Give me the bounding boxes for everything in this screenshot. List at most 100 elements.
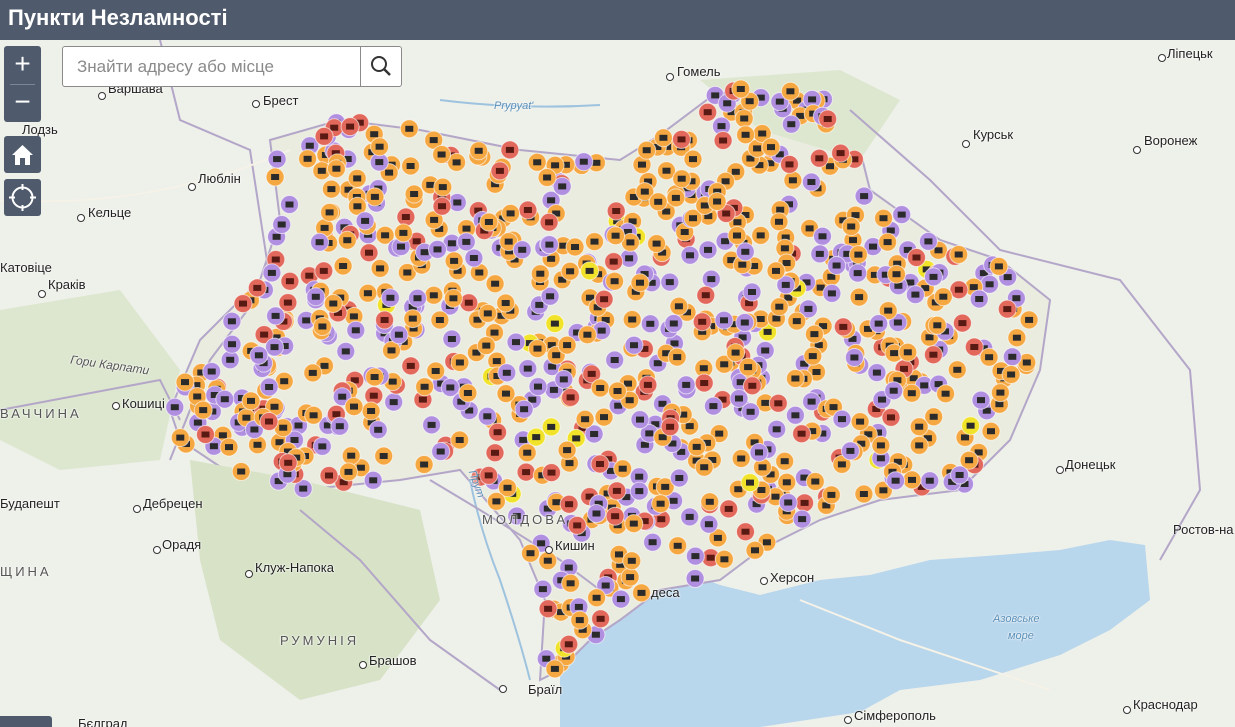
city-dot — [112, 402, 120, 410]
fire-extinguisher-icon — [929, 351, 938, 358]
fire-extinguisher-icon — [239, 300, 247, 307]
museum-building-icon — [826, 163, 834, 170]
museum-building-icon — [776, 206, 785, 213]
museum-building-icon — [267, 269, 276, 276]
museum-building-icon — [771, 493, 780, 500]
museum-building-icon — [484, 219, 493, 225]
museum-building-icon — [656, 500, 665, 507]
museum-building-icon — [350, 403, 358, 410]
museum-building-icon — [915, 442, 924, 449]
museum-building-icon — [659, 134, 668, 141]
museum-building-icon — [469, 255, 478, 261]
fire-extinguisher-icon — [464, 299, 473, 306]
museum-building-icon — [370, 193, 379, 200]
museum-building-icon — [523, 365, 532, 372]
museum-building-icon — [491, 280, 500, 287]
museum-building-icon — [827, 491, 836, 498]
label-lodz: Лодзь — [22, 122, 58, 137]
museum-building-icon — [886, 227, 895, 234]
museum-building-icon — [884, 307, 893, 314]
museum-building-icon — [741, 248, 750, 255]
museum-building-icon — [677, 175, 686, 182]
city-dot — [545, 546, 553, 554]
museum-building-icon — [405, 125, 414, 132]
museum-building-icon — [463, 390, 472, 396]
museum-building-icon — [375, 159, 384, 166]
museum-building-icon — [552, 499, 561, 506]
city-dot — [188, 183, 196, 191]
search-input[interactable] — [63, 47, 361, 86]
museum-building-icon — [856, 418, 865, 425]
museum-building-icon — [741, 131, 750, 138]
museum-building-icon — [903, 349, 912, 356]
zoom-in-button[interactable]: + — [4, 46, 41, 84]
museum-building-icon — [343, 237, 352, 244]
museum-building-icon — [367, 408, 376, 414]
museum-building-icon — [592, 594, 601, 601]
museum-building-icon — [552, 352, 561, 359]
museum-building-icon — [691, 575, 700, 582]
museum-building-icon — [832, 262, 841, 269]
museum-building-icon — [492, 358, 501, 365]
museum-building-icon — [403, 269, 412, 276]
museum-building-icon — [526, 550, 535, 557]
museum-building-icon — [686, 252, 694, 259]
museum-building-icon — [290, 437, 299, 443]
museum-building-icon — [551, 162, 560, 169]
museum-building-icon — [611, 232, 620, 239]
museum-building-icon — [815, 250, 824, 257]
label-romania: РУМУНІЯ — [280, 633, 360, 648]
museum-building-icon — [787, 121, 796, 128]
museum-building-icon — [592, 510, 601, 517]
museum-building-icon — [627, 557, 636, 564]
museum-building-icon — [675, 475, 684, 481]
home-button[interactable] — [4, 136, 41, 173]
label-azov-sea: море — [1008, 630, 1034, 642]
museum-building-icon — [674, 303, 683, 310]
museum-building-icon — [546, 293, 555, 300]
fire-extinguisher-icon — [284, 459, 293, 466]
zoom-out-button[interactable]: − — [4, 84, 41, 122]
city-dot — [133, 505, 141, 513]
map-view[interactable]: Ліпецьк Гомель Варшава Брест Prypyat' Ло… — [0, 40, 1235, 727]
museum-building-icon — [242, 414, 251, 421]
fire-extinguisher-icon — [719, 137, 728, 144]
fire-extinguisher-icon — [797, 430, 806, 437]
museum-building-icon — [375, 143, 384, 150]
museum-building-icon — [775, 98, 784, 105]
search-button[interactable] — [360, 47, 401, 86]
fire-extinguisher-icon — [380, 317, 389, 323]
museum-building-icon — [737, 455, 746, 462]
fire-extinguisher-icon — [703, 109, 712, 116]
museum-building-icon — [924, 238, 933, 245]
museum-building-icon — [798, 516, 807, 523]
app-title: Пункти Незламності — [8, 5, 228, 30]
museum-building-icon — [585, 267, 594, 274]
label-slovakia: ВАЧЧИНА — [0, 406, 82, 421]
museum-building-icon — [250, 426, 259, 433]
museum-building-icon — [435, 317, 444, 323]
fire-extinguisher-icon — [612, 208, 621, 214]
museum-building-icon — [804, 305, 813, 312]
museum-building-icon — [482, 342, 491, 349]
fire-extinguisher-icon — [677, 136, 686, 143]
basemap[interactable] — [0, 40, 1235, 727]
fire-extinguisher-icon — [564, 641, 573, 648]
museum-building-icon — [689, 215, 697, 222]
museum-building-icon — [483, 413, 492, 420]
museum-building-icon — [490, 329, 499, 336]
museum-building-icon — [711, 92, 720, 99]
museum-building-icon — [347, 452, 356, 459]
museum-building-icon — [399, 229, 408, 236]
museum-building-icon — [645, 430, 654, 437]
museum-building-icon — [512, 339, 520, 346]
fire-extinguisher-icon — [724, 505, 733, 512]
museum-building-icon — [566, 580, 575, 587]
museum-building-icon — [523, 449, 532, 456]
locate-button[interactable] — [4, 179, 41, 216]
museum-building-icon — [720, 361, 729, 368]
museum-building-icon — [713, 198, 722, 205]
museum-building-icon — [335, 423, 344, 430]
fire-extinguisher-icon — [565, 501, 574, 508]
museum-building-icon — [349, 313, 358, 320]
